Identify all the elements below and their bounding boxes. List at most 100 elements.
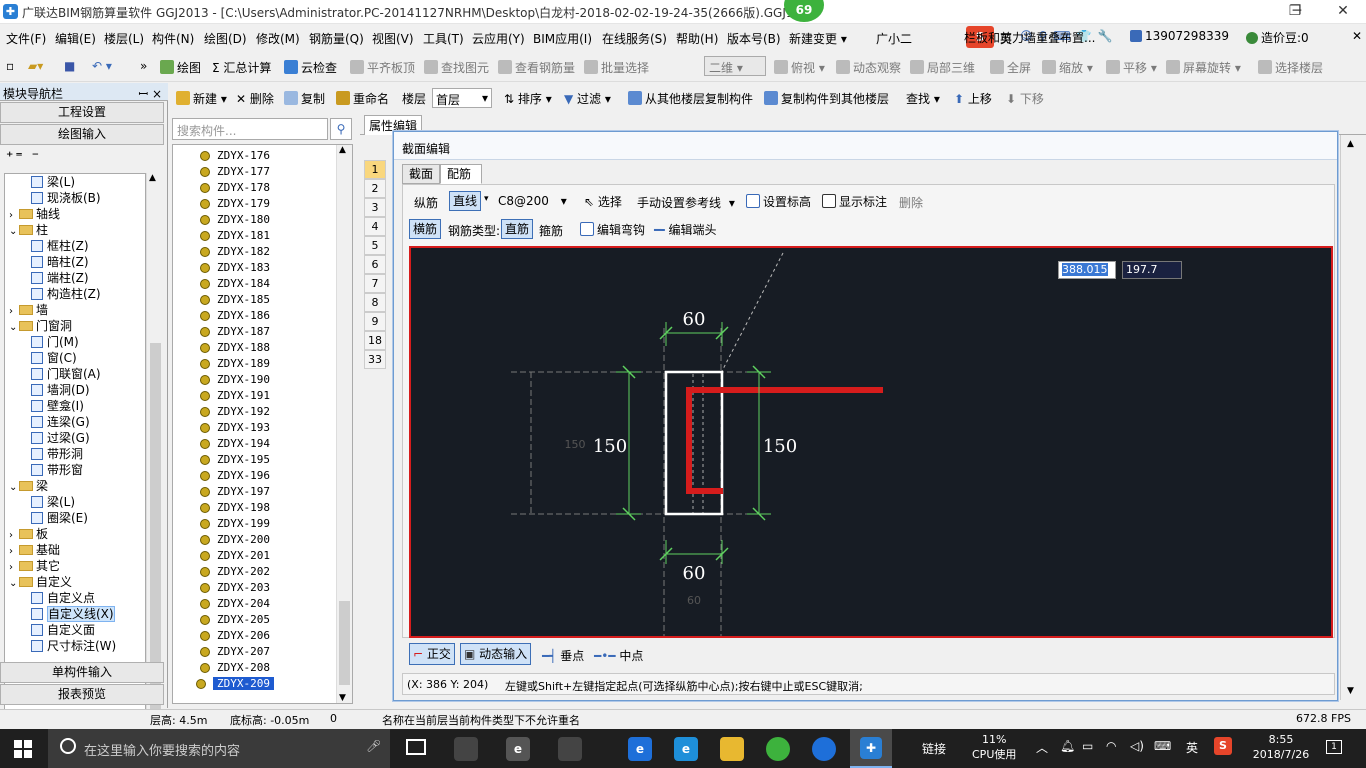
local-3d-button[interactable]: 局部三维 xyxy=(910,59,975,76)
filter-button[interactable]: ▼ 过滤 ▾ xyxy=(564,90,611,107)
menu-modify[interactable]: 修改(M) xyxy=(256,30,300,47)
fan-app-icon[interactable] xyxy=(454,737,478,761)
component-list-item[interactable]: ZDYX-182 xyxy=(200,245,270,258)
edit-hook-button[interactable]: 编辑弯钩 xyxy=(580,221,645,238)
chrome-like-icon[interactable] xyxy=(558,737,582,761)
360-icon[interactable] xyxy=(766,737,790,761)
tree-item[interactable]: › 其它 xyxy=(9,558,60,574)
component-list-item[interactable]: ZDYX-203 xyxy=(200,581,270,594)
align-slab-top-button[interactable]: 平齐板顶 xyxy=(350,59,415,76)
tree-item[interactable]: 端柱(Z) xyxy=(31,270,89,286)
component-list-item[interactable]: ZDYX-197 xyxy=(200,485,270,498)
ie-icon[interactable]: e xyxy=(674,737,698,761)
component-list-item[interactable]: ZDYX-176 xyxy=(200,149,270,162)
component-list-item[interactable]: ZDYX-187 xyxy=(200,325,270,338)
move-up-button[interactable]: ⬆ 上移 xyxy=(954,90,992,107)
expand-collapse-all-icon[interactable]: ⁺⁼ ⁻ xyxy=(6,149,41,165)
rebar-spec-select[interactable]: C8@200 ▾ xyxy=(498,194,567,208)
tree-item[interactable]: 门联窗(A) xyxy=(31,366,101,382)
cloud-check-button[interactable]: 云检查 xyxy=(284,59,337,76)
property-row-number[interactable]: 1 xyxy=(364,160,386,179)
edge-icon[interactable]: e xyxy=(628,737,652,761)
component-list-item[interactable]: ZDYX-205 xyxy=(200,613,270,626)
manual-ref-line-button[interactable]: 手动设置参考线 ▾ xyxy=(637,194,735,211)
report-preview-button[interactable]: 报表预览 xyxy=(0,684,164,705)
property-row-number[interactable]: 5 xyxy=(364,236,386,255)
property-row-number[interactable]: 9 xyxy=(364,312,386,331)
ie-legacy-icon[interactable]: e xyxy=(506,737,530,761)
link-label[interactable]: 链接 xyxy=(922,740,946,757)
property-row-number[interactable]: 33 xyxy=(364,350,386,369)
search-icon[interactable]: ⚲ xyxy=(330,118,352,140)
rename-button[interactable]: 重命名 xyxy=(336,90,389,107)
keyboard-icon[interactable]: ⌨ xyxy=(1154,739,1171,753)
component-list-item[interactable]: ZDYX-183 xyxy=(200,261,270,274)
tree-item[interactable]: 梁(L) xyxy=(31,174,75,190)
component-list-item[interactable]: ZDYX-200 xyxy=(200,533,270,546)
menu-tools[interactable]: 工具(T) xyxy=(423,30,464,47)
tree-item[interactable]: 自定义点 xyxy=(31,590,95,606)
view-rebar-qty-button[interactable]: 查看钢筋量 xyxy=(498,59,575,76)
component-list-item[interactable]: ZDYX-193 xyxy=(200,421,270,434)
floor-select[interactable]: 首层 ▾ xyxy=(432,88,492,108)
tree-item[interactable]: 框柱(Z) xyxy=(31,238,89,254)
component-list-item[interactable]: ZDYX-181 xyxy=(200,229,270,242)
line-mode-dropdown-icon[interactable]: ▾ xyxy=(484,194,489,204)
stirrup-button[interactable]: 箍筋 xyxy=(539,222,563,239)
tree-item[interactable]: › 基础 xyxy=(9,542,60,558)
component-list-item[interactable]: ZDYX-195 xyxy=(200,453,270,466)
batch-select-button[interactable]: 批量选择 xyxy=(584,59,649,76)
delete-button[interactable]: 删除 xyxy=(899,194,923,211)
menu-assistant[interactable]: 广小二 xyxy=(876,30,912,47)
property-scrollbar[interactable]: ▲ ▼ xyxy=(1340,135,1364,700)
component-list-item[interactable]: ZDYX-179 xyxy=(200,197,270,210)
tree-item[interactable]: ⌄ 门窗洞 xyxy=(9,318,72,334)
tree-item[interactable]: 梁(L) xyxy=(31,494,75,510)
component-list-item[interactable]: ZDYX-198 xyxy=(200,501,270,514)
top-view-button[interactable]: 俯视 ▾ xyxy=(774,59,825,76)
tree-item[interactable]: › 板 xyxy=(9,526,48,542)
menu-draw[interactable]: 绘图(D) xyxy=(204,30,247,47)
property-row-number[interactable]: 18 xyxy=(364,331,386,350)
copy-to-floor-button[interactable]: 复制构件到其他楼层 xyxy=(764,90,889,107)
scroll-thumb[interactable] xyxy=(339,601,350,685)
tree-item[interactable]: 带形洞 xyxy=(31,446,83,462)
task-view-icon[interactable] xyxy=(406,739,426,755)
glodon-g-icon[interactable] xyxy=(812,737,836,761)
notice-link[interactable]: 栏板和剪力墙重叠布置... xyxy=(964,29,1095,46)
menu-online[interactable]: 在线服务(S) xyxy=(602,30,667,47)
wifi-icon[interactable]: ◠ xyxy=(1106,739,1116,753)
component-list-item[interactable]: ZDYX-196 xyxy=(200,469,270,482)
section-drawing[interactable]: 60 60 150 150 150 60 xyxy=(411,248,1331,636)
tree-item[interactable]: 自定义线(X) xyxy=(31,606,115,622)
menu-bim[interactable]: BIM应用(I) xyxy=(533,30,592,47)
menu-edit[interactable]: 编辑(E) xyxy=(55,30,96,47)
tree-item[interactable]: 过梁(G) xyxy=(31,430,90,446)
property-row-number[interactable]: 4 xyxy=(364,217,386,236)
show-dimension-button[interactable]: 显示标注 xyxy=(822,193,887,210)
coord-y-input[interactable]: 197.7 xyxy=(1122,261,1182,279)
taskbar-search-box[interactable]: 在这里输入你要搜索的内容 🎤︎ xyxy=(48,729,390,768)
tree-item[interactable]: 窗(C) xyxy=(31,350,77,366)
volume-icon[interactable]: ◁) xyxy=(1130,739,1144,753)
component-list-item[interactable]: ZDYX-189 xyxy=(200,357,270,370)
line-mode-button[interactable]: 直线 xyxy=(449,191,482,211)
tree-item[interactable]: 现浇板(B) xyxy=(31,190,101,206)
battery-icon[interactable]: ▭ xyxy=(1082,739,1093,753)
menu-component[interactable]: 构件(N) xyxy=(152,30,194,47)
component-list-item[interactable]: ZDYX-199 xyxy=(200,517,270,530)
straight-rebar-button[interactable]: 直筋 xyxy=(501,219,534,239)
property-row-number[interactable]: 8 xyxy=(364,293,386,312)
file-explorer-icon[interactable] xyxy=(720,737,744,761)
tree-item[interactable]: 构造柱(Z) xyxy=(31,286,101,302)
menu-file[interactable]: 文件(F) xyxy=(6,30,46,47)
close-notice-icon[interactable]: ✕ xyxy=(1352,29,1362,43)
draw-button[interactable]: 绘图 xyxy=(160,59,201,76)
drawing-canvas[interactable]: 60 60 150 150 150 60 388.015 197.7 xyxy=(409,246,1333,638)
component-list-item[interactable]: ZDYX-178 xyxy=(200,181,270,194)
component-list-item[interactable]: ZDYX-180 xyxy=(200,213,270,226)
sort-button[interactable]: ⇅ 排序 ▾ xyxy=(504,90,552,107)
undo-icon[interactable]: ↶ ▾ xyxy=(92,59,112,73)
find-element-button[interactable]: 查找图元 xyxy=(424,59,489,76)
ortho-toggle[interactable]: ⌐ 正交 xyxy=(409,643,455,665)
